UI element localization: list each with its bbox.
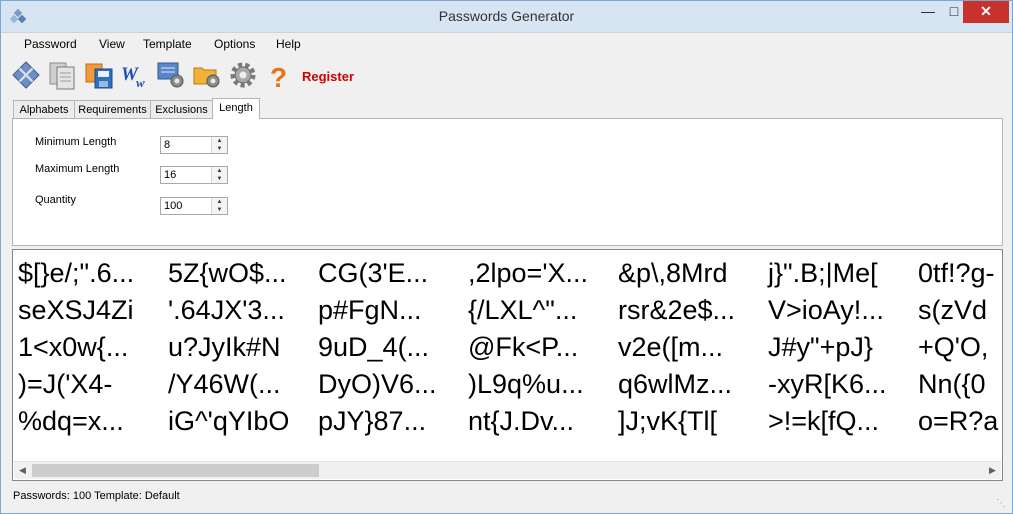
password-item[interactable]: )=J('X4-: [18, 366, 168, 403]
settings-monitor-icon[interactable]: [155, 59, 187, 91]
menu-view[interactable]: View: [99, 37, 125, 51]
password-item[interactable]: pJY}87...: [318, 403, 468, 440]
tab-length[interactable]: Length: [212, 98, 260, 119]
password-item[interactable]: '.64JX'3...: [168, 292, 318, 329]
word-document-icon[interactable]: W w: [119, 59, 151, 91]
tab-alphabets[interactable]: Alphabets: [13, 100, 75, 118]
save-disk-icon[interactable]: [83, 59, 115, 91]
password-item[interactable]: v2e([m...: [618, 329, 768, 366]
help-icon[interactable]: ?: [263, 59, 295, 91]
password-item[interactable]: 0tf!?g-: [918, 255, 1001, 292]
diamond-grid-icon[interactable]: [10, 59, 42, 91]
password-item[interactable]: J#y"+pJ}: [768, 329, 918, 366]
password-item[interactable]: ,2lpo='X...: [468, 255, 618, 292]
svg-text:?: ?: [270, 62, 287, 91]
menu-help[interactable]: Help: [276, 37, 301, 51]
resize-grip-icon[interactable]: ⋱: [996, 498, 1006, 509]
scroll-thumb[interactable]: [32, 464, 319, 477]
password-column: ,2lpo='X... {/LXL^"... @Fk<P... )L9q%u..…: [468, 255, 618, 440]
password-item[interactable]: /Y46W(...: [168, 366, 318, 403]
password-item[interactable]: &p\,8Mrd: [618, 255, 768, 292]
password-item[interactable]: q6wlMz...: [618, 366, 768, 403]
min-length-up-button[interactable]: ▲: [212, 137, 227, 145]
password-item[interactable]: s(zVd: [918, 292, 1001, 329]
horizontal-scrollbar[interactable]: ◀ ▶: [14, 461, 1001, 479]
password-item[interactable]: u?JyIk#N: [168, 329, 318, 366]
menu-bar: Password View Template Options Help: [1, 33, 1012, 55]
max-length-spin-buttons: ▲ ▼: [211, 167, 227, 183]
title-bar: Passwords Generator — □ ✕: [1, 1, 1012, 33]
password-item[interactable]: seXSJ4Zi: [18, 292, 168, 329]
quantity-spin-buttons: ▲ ▼: [211, 198, 227, 214]
password-item[interactable]: ]J;vK{Tl[: [618, 403, 768, 440]
folder-settings-icon[interactable]: [191, 59, 223, 91]
status-bar: Passwords: 100 Template: Default ⋱: [1, 486, 1012, 513]
password-item[interactable]: {/LXL^"...: [468, 292, 618, 329]
toolbar: W w ? Register: [1, 57, 1012, 95]
password-item[interactable]: DyO)V6...: [318, 366, 468, 403]
menu-password[interactable]: Password: [24, 37, 77, 51]
tab-exclusions[interactable]: Exclusions: [150, 100, 213, 118]
min-length-value: 8: [164, 139, 171, 151]
password-item[interactable]: V>ioAy!...: [768, 292, 918, 329]
quantity-spinner[interactable]: 100 ▲ ▼: [160, 197, 228, 215]
register-link[interactable]: Register: [302, 69, 354, 84]
close-button[interactable]: ✕: [963, 1, 1009, 23]
quantity-down-button[interactable]: ▼: [212, 206, 227, 214]
max-length-spinner[interactable]: 16 ▲ ▼: [160, 166, 228, 184]
password-item[interactable]: rsr&2e$...: [618, 292, 768, 329]
min-length-spinner[interactable]: 8 ▲ ▼: [160, 136, 228, 154]
menu-template[interactable]: Template: [143, 37, 192, 51]
length-panel: Minimum Length 8 ▲ ▼ Maximum Length 16 ▲…: [12, 118, 1003, 246]
quantity-value: 100: [164, 200, 183, 212]
status-text: Passwords: 100 Template: Default: [13, 490, 180, 502]
password-column: &p\,8Mrd rsr&2e$... v2e([m... q6wlMz... …: [618, 255, 768, 440]
password-list[interactable]: $[}e/;".6... seXSJ4Zi 1<x0w{... )=J('X4-…: [12, 249, 1003, 481]
password-item[interactable]: 1<x0w{...: [18, 329, 168, 366]
password-item[interactable]: %dq=x...: [18, 403, 168, 440]
min-length-label: Minimum Length: [35, 136, 117, 148]
password-item[interactable]: @Fk<P...: [468, 329, 618, 366]
password-item[interactable]: +Q'O,: [918, 329, 1001, 366]
quantity-up-button[interactable]: ▲: [212, 198, 227, 206]
password-item[interactable]: )L9q%u...: [468, 366, 618, 403]
password-item[interactable]: j}".B;|Me[: [768, 255, 918, 292]
app-window: Passwords Generator — □ ✕ Password View …: [0, 0, 1013, 514]
scroll-left-icon[interactable]: ◀: [14, 462, 31, 479]
max-length-label: Maximum Length: [35, 163, 120, 175]
password-column: CG(3'E... p#FgN... 9uD_4(... DyO)V6... p…: [318, 255, 468, 440]
menu-options[interactable]: Options: [214, 37, 255, 51]
password-item[interactable]: Nn({0: [918, 366, 1001, 403]
password-item[interactable]: CG(3'E...: [318, 255, 468, 292]
password-column: j}".B;|Me[ V>ioAy!... J#y"+pJ} -xyR[K6..…: [768, 255, 918, 440]
max-length-down-button[interactable]: ▼: [212, 175, 227, 183]
password-item[interactable]: iG^'qYIbO: [168, 403, 318, 440]
password-item[interactable]: -xyR[K6...: [768, 366, 918, 403]
window-title: Passwords Generator: [438, 8, 575, 24]
scroll-right-icon[interactable]: ▶: [984, 462, 1001, 479]
min-length-down-button[interactable]: ▼: [212, 145, 227, 153]
password-item[interactable]: 9uD_4(...: [318, 329, 468, 366]
min-length-spin-buttons: ▲ ▼: [211, 137, 227, 153]
password-item[interactable]: o=R?a: [918, 403, 1001, 440]
password-item[interactable]: p#FgN...: [318, 292, 468, 329]
max-length-value: 16: [164, 169, 177, 181]
copy-pages-icon[interactable]: [46, 59, 78, 91]
max-length-up-button[interactable]: ▲: [212, 167, 227, 175]
password-item[interactable]: $[}e/;".6...: [18, 255, 168, 292]
password-item[interactable]: >!=k[fQ...: [768, 403, 918, 440]
password-item[interactable]: nt{J.Dv...: [468, 403, 618, 440]
tab-requirements[interactable]: Requirements: [74, 100, 151, 118]
gear-icon[interactable]: [227, 59, 259, 91]
password-column: 5Z{wO$... '.64JX'3... u?JyIk#N /Y46W(...…: [168, 255, 318, 440]
quantity-label: Quantity: [35, 194, 76, 206]
svg-text:w: w: [136, 75, 145, 90]
password-item[interactable]: 5Z{wO$...: [168, 255, 318, 292]
password-column: 0tf!?g- s(zVd +Q'O, Nn({0 o=R?a: [918, 255, 1001, 440]
password-column: $[}e/;".6... seXSJ4Zi 1<x0w{... )=J('X4-…: [18, 255, 168, 440]
